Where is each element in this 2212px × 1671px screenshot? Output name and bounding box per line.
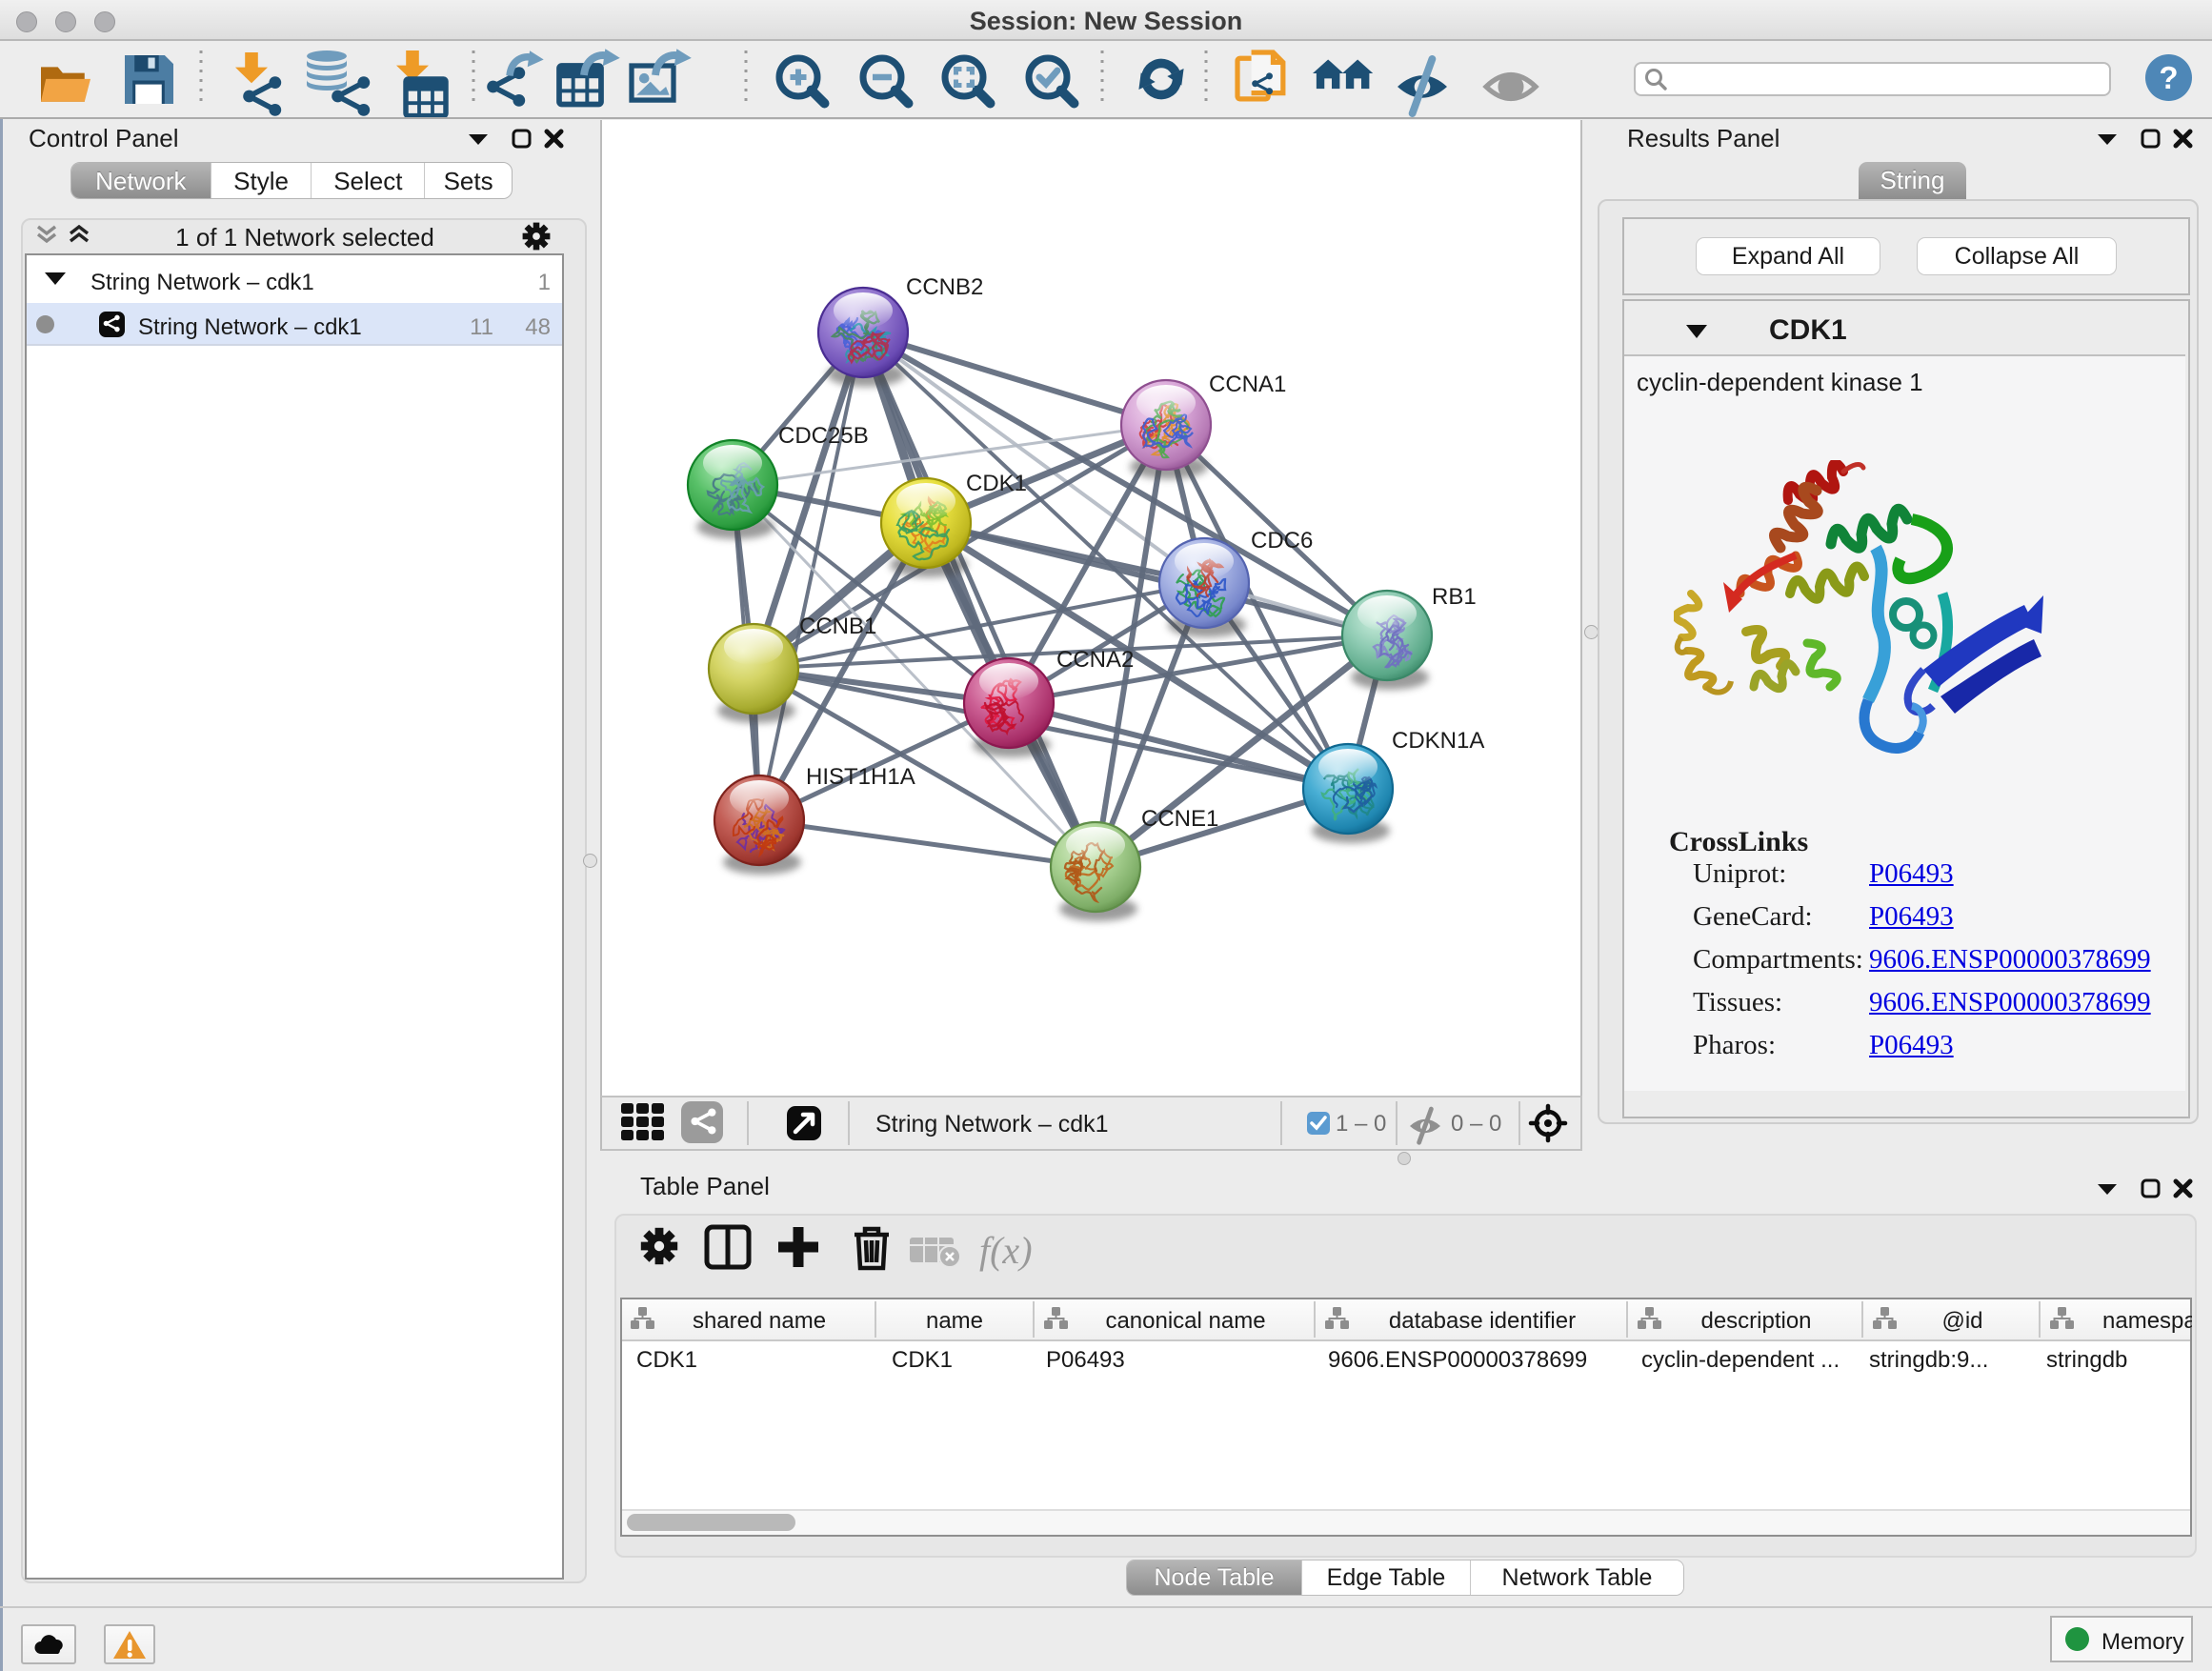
svg-text:CCNB2: CCNB2 xyxy=(906,274,983,300)
svg-text:String Network – cdk1: String Network – cdk1 xyxy=(875,1111,1109,1137)
svg-text:namespace: namespace xyxy=(2102,1308,2192,1334)
svg-text:CCNB1: CCNB1 xyxy=(799,614,876,639)
svg-text:CDC6: CDC6 xyxy=(1251,528,1313,554)
svg-text:f(x): f(x) xyxy=(979,1229,1033,1272)
svg-text:CCNA1: CCNA1 xyxy=(1209,372,1286,397)
svg-text:description: description xyxy=(1700,1308,1811,1334)
svg-text:canonical name: canonical name xyxy=(1105,1308,1265,1334)
svg-text:CDC25B: CDC25B xyxy=(778,423,869,449)
svg-text:0 – 0: 0 – 0 xyxy=(1451,1111,1501,1137)
svg-text:CCNE1: CCNE1 xyxy=(1141,806,1218,832)
svg-text:HIST1H1A: HIST1H1A xyxy=(806,764,915,790)
svg-text:@id: @id xyxy=(1941,1308,1982,1334)
svg-text:CDK1: CDK1 xyxy=(966,471,1027,496)
svg-text:CCNA2: CCNA2 xyxy=(1056,647,1134,673)
svg-text:RB1: RB1 xyxy=(1432,584,1477,610)
svg-text:shared name: shared name xyxy=(693,1308,826,1334)
svg-text:1 – 0: 1 – 0 xyxy=(1336,1111,1386,1137)
svg-text:CDKN1A: CDKN1A xyxy=(1392,728,1484,754)
svg-text:name: name xyxy=(926,1308,983,1334)
svg-text:database identifier: database identifier xyxy=(1389,1308,1576,1334)
